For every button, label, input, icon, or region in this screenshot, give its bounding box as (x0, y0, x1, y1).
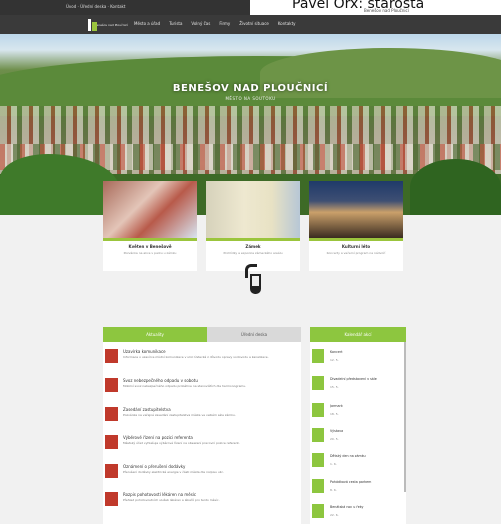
news-description: Pozvánka na veřejné zasedání zastupitels… (123, 413, 236, 417)
event-item[interactable]: Pohádková cesta parkem 8. 6. (312, 479, 402, 495)
news-description: Městský úřad vyhlašuje výběrové řízení n… (123, 441, 240, 445)
card-subtitle: Pozvánka na akce v parku u zámku (123, 251, 177, 255)
card-subtitle: Prohlídky a expozice zámeckého areálu (223, 251, 283, 255)
calendar-icon (312, 428, 324, 442)
event-title: Pohádková cesta parkem (330, 480, 372, 484)
events-heading: Kalendář akcí (310, 327, 406, 342)
news-panel: Aktuality Úřední deska Uzavírka komunika… (103, 327, 301, 524)
card-image (206, 181, 300, 241)
event-date: 18. 5. (330, 412, 339, 416)
hero-title: BENEŠOV NAD PLOUČNICÍ (172, 83, 329, 94)
list-item[interactable]: Rozpis pohotovostí lékáren na měsíc Přeh… (103, 492, 301, 516)
event-item[interactable]: Jarmark 18. 5. (312, 403, 402, 419)
hero-subtitle: MĚSTO NA SOUTOKU (225, 96, 276, 101)
main-menu: Město a úřad Turista Volný čas Firmy Živ… (134, 21, 296, 26)
overlay-caption: Pavel Orx: starosta (292, 0, 425, 12)
top-links[interactable]: Úvod · Úřední deska · Kontakt (66, 4, 125, 9)
news-thumbnail (105, 492, 118, 506)
news-thumbnail (105, 407, 118, 421)
event-item[interactable]: Benátská noc u řeky 22. 6. (312, 504, 402, 520)
card-image (309, 181, 403, 241)
events-panel: Kalendář akcí Koncert 12. 5. Divadelní p… (310, 327, 406, 524)
event-title: Koncert (330, 350, 343, 354)
list-item[interactable]: Výběrové řízení na pozici referenta Měst… (103, 435, 301, 459)
event-date: 15. 5. (330, 385, 339, 389)
list-item[interactable]: Zasedání zastupitelstva Pozvánka na veře… (103, 407, 301, 431)
logo-text: Benešov nad Ploučnicí (94, 22, 128, 27)
coat-of-arms-icon (88, 18, 99, 31)
news-description: Informace o uzavírce místní komunikace v… (123, 355, 269, 359)
news-description: Přehled pohotovostních služeb lékáren a … (123, 498, 220, 502)
news-thumbnail (105, 435, 118, 449)
events-scrollbar[interactable] (404, 342, 406, 492)
list-item[interactable]: Oznámení o přerušení dodávky Přerušení d… (103, 464, 301, 488)
hero-trees-right (410, 159, 501, 215)
event-date: 12. 5. (330, 358, 339, 362)
menu-item-zivotni-situace[interactable]: Životní situace (239, 21, 269, 26)
menu-item-volny-cas[interactable]: Volný čas (191, 21, 210, 26)
event-title: Výstava (330, 429, 344, 433)
event-date: 1. 6. (330, 462, 337, 466)
event-item[interactable]: Koncert 12. 5. (312, 349, 402, 365)
news-title[interactable]: Oznámení o přerušení dodávky (123, 464, 185, 469)
tab-uredni-deska[interactable]: Úřední deska (207, 327, 301, 342)
news-thumbnail (105, 349, 118, 363)
event-title: Divadelní představení v sále (330, 377, 377, 381)
event-title: Benátská noc u řeky (330, 505, 364, 509)
event-title: Dětský den na zámku (330, 454, 366, 458)
event-date: 22. 6. (330, 513, 339, 517)
feature-card[interactable]: Zámek Prohlídky a expozice zámeckého are… (206, 181, 300, 271)
list-item[interactable]: Svoz nebezpečného odpadu v sobotu Mobiln… (103, 378, 301, 402)
menu-item-mesto[interactable]: Město a úřad (134, 21, 160, 26)
news-tabs: Aktuality Úřední deska (103, 327, 301, 342)
top-strip: Úvod · Úřední deska · Kontakt Benešov na… (0, 0, 501, 15)
card-title: Kulturní léto (341, 244, 371, 249)
menu-item-turista[interactable]: Turista (169, 21, 182, 26)
card-title: Květen v Benešově (128, 244, 172, 249)
news-thumbnail (105, 378, 118, 392)
news-description: Mobilní svoz nebezpečného odpadu proběhn… (123, 384, 247, 388)
event-item[interactable]: Výstava 20. 5. (312, 428, 402, 444)
site-logo[interactable]: Benešov nad Ploučnicí (88, 17, 128, 32)
card-image (103, 181, 197, 241)
news-thumbnail (105, 464, 118, 478)
feature-cards: Květen v Benešově Pozvánka na akce v par… (103, 181, 406, 271)
page: Úvod · Úřední deska · Kontakt Benešov na… (0, 0, 501, 524)
news-title[interactable]: Zasedání zastupitelstva (123, 407, 171, 412)
news-description: Přerušení dodávky elektrické energie v č… (123, 470, 224, 474)
card-title: Zámek (245, 244, 261, 249)
tab-aktuality[interactable]: Aktuality (103, 327, 207, 342)
list-item[interactable]: Uzavírka komunikace Informace o uzavírce… (103, 349, 301, 373)
news-title[interactable]: Výběrové řízení na pozici referenta (123, 435, 193, 440)
main-navbar: Benešov nad Ploučnicí Město a úřad Turis… (0, 15, 501, 34)
news-title[interactable]: Rozpis pohotovostí lékáren na měsíc (123, 492, 196, 497)
event-item[interactable]: Dětský den na zámku 1. 6. (312, 453, 402, 469)
calendar-icon (312, 403, 324, 417)
town-emblem-icon (245, 264, 263, 296)
card-subtitle: Koncerty a večerní program na nádvoří (326, 251, 386, 255)
event-date: 8. 6. (330, 488, 337, 492)
news-title[interactable]: Svoz nebezpečného odpadu v sobotu (123, 378, 198, 383)
emblem-shield (250, 274, 261, 294)
calendar-icon (312, 504, 324, 518)
calendar-icon (312, 376, 324, 390)
event-date: 20. 5. (330, 437, 339, 441)
news-title[interactable]: Uzavírka komunikace (123, 349, 166, 354)
menu-item-firmy[interactable]: Firmy (219, 21, 230, 26)
feature-card[interactable]: Květen v Benešově Pozvánka na akce v par… (103, 181, 197, 271)
calendar-icon (312, 453, 324, 467)
event-title: Jarmark (330, 404, 343, 408)
calendar-icon (312, 349, 324, 363)
menu-item-kontakty[interactable]: Kontakty (278, 21, 296, 26)
event-item[interactable]: Divadelní představení v sále 15. 5. (312, 376, 402, 392)
feature-card[interactable]: Kulturní léto Koncerty a večerní program… (309, 181, 403, 271)
calendar-icon (312, 479, 324, 493)
